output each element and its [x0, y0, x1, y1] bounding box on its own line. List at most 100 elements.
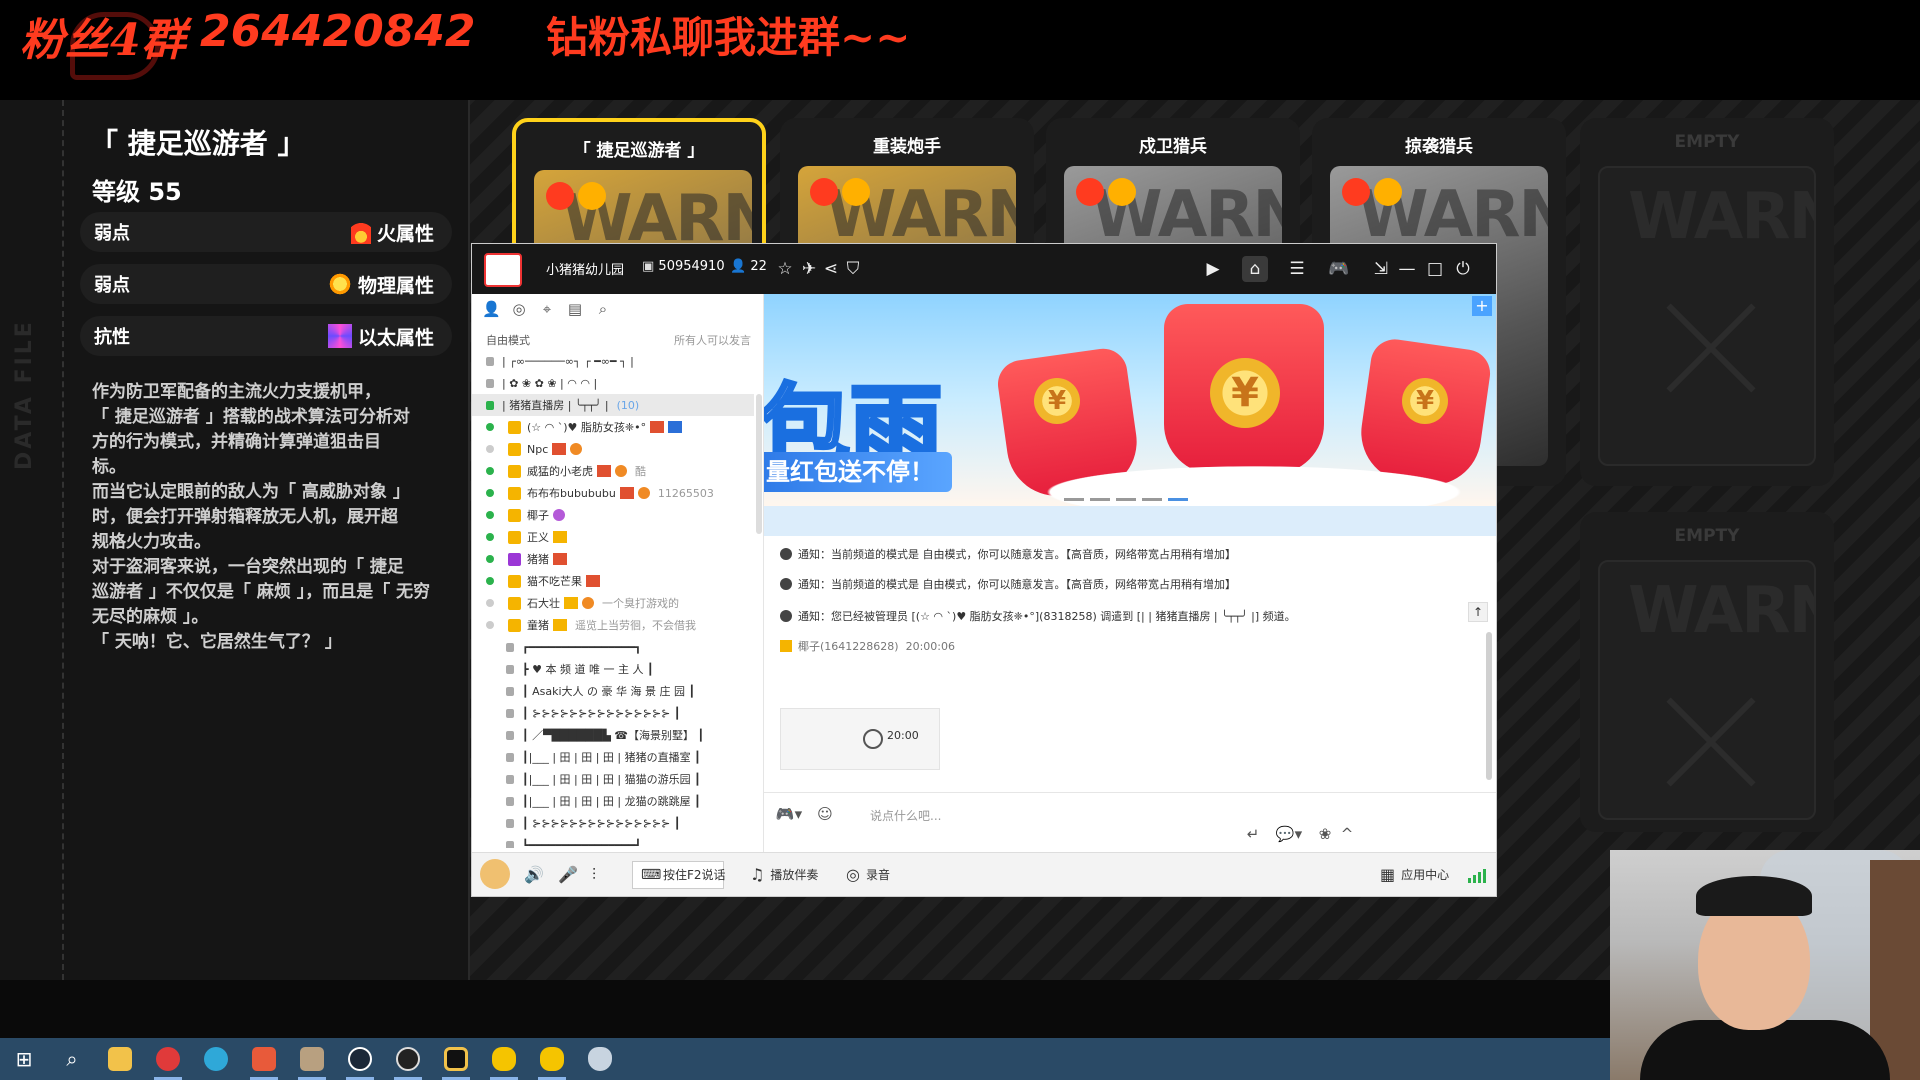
channel-user[interactable]: 布布布bubububu 11265503	[472, 482, 754, 504]
push-to-talk-button[interactable]: 按住F2说话	[632, 861, 726, 889]
app-icon[interactable]	[240, 1038, 288, 1080]
pin-icon[interactable]: ⇲	[1368, 256, 1394, 282]
sub-channel-current[interactable]: | 猪猪直播房 | ╰┬┬╯ | (10)	[472, 394, 754, 416]
sub-channel-label: ┃ Asaki大人 の 豪 华 海 景 庄 园 ┃	[522, 685, 696, 698]
channel-user[interactable]: 石大壮 一个臭打游戏的	[472, 592, 754, 614]
stream-overlay-bar: 粉丝4群 264420842 钻粉私聊我进群~~	[0, 0, 1920, 100]
search-icon[interactable]: ⌕	[48, 1038, 96, 1080]
sub-channel[interactable]: ┃|___ | 田 | 田 | 田 | 猫猫の游乐园 ┃	[472, 768, 754, 790]
desc-line: 「 捷足巡游者 」搭载的战术算法可分析对	[92, 407, 410, 427]
accompany-button[interactable]: ♫ 播放伴奏	[750, 865, 818, 884]
shield-icon[interactable]	[576, 1038, 624, 1080]
scroll-top-button[interactable]: ↑	[1468, 602, 1488, 622]
avatar[interactable]	[480, 859, 510, 889]
sub-channel[interactable]: ┃|___ | 田 | 田 | 田 | 猪猪の直播室 ┃	[472, 746, 754, 768]
channel-user[interactable]: 童猪 遥览上当劳徊，不会借我	[472, 614, 754, 636]
badge-icon	[597, 465, 611, 477]
system-notice: 通知： 您已经被管理员 [(☆ ◠ `)♥ 脂肪女孩❈•°](8318258) 调…	[780, 608, 1296, 624]
chat-scrollbar[interactable]	[1486, 632, 1492, 780]
search-icon[interactable]: ⌕	[594, 300, 612, 318]
flower-icon[interactable]: ❀	[1314, 823, 1336, 845]
message-sender[interactable]: 椰子(1641228628)	[798, 638, 899, 654]
sticker-icon[interactable]: ☺	[814, 803, 836, 825]
card-name: EMPTY	[1674, 132, 1740, 152]
location-icon[interactable]: ⌖	[538, 300, 556, 318]
microphone-icon[interactable]: 🎤	[558, 865, 578, 884]
windows-taskbar: ⊞ ⌕	[0, 1038, 1610, 1080]
sub-channel[interactable]: ┣ ♥ 本 频 道 唯 一 主 人 ┃	[472, 658, 754, 680]
sub-channel[interactable]: ┏━━━━━━━━━━━━━━━━┓	[472, 636, 754, 658]
speaker-icon[interactable]: 🔊	[524, 865, 544, 884]
channel-list-scrollbar[interactable]	[756, 394, 762, 534]
shared-image-thumbnail[interactable]: 20:00	[780, 708, 940, 770]
sub-channel[interactable]: ┃ ／▀██████▙ ☎【海景别墅】 ┃	[472, 724, 754, 746]
sub-channel[interactable]: | ┌∞──────∞┐ ┌ ━∞━ ┐ |	[472, 350, 754, 372]
card-name: 重装炮手	[873, 137, 941, 157]
maximize-icon[interactable]: □	[1422, 256, 1448, 282]
notes-icon[interactable]: ▤	[566, 300, 584, 318]
notice-prefix: 通知：	[798, 578, 831, 591]
windows-start-icon[interactable]: ⊞	[0, 1038, 48, 1080]
list-icon[interactable]: ☰	[1284, 256, 1310, 282]
channel-user[interactable]: 威猛的小老虎 酷	[472, 460, 754, 482]
enter-icon[interactable]: ↵	[1242, 823, 1264, 845]
steam-icon[interactable]	[336, 1038, 384, 1080]
sub-channel[interactable]: ┃ ⊱⊱⊱⊱⊱⊱⊱⊱⊱⊱⊱⊱⊱⊱⊱ ┃	[472, 812, 754, 834]
record-label: 录音	[865, 868, 890, 882]
star-icon[interactable]: ☆	[772, 256, 798, 282]
chevron-up-icon[interactable]: ^	[1336, 823, 1358, 845]
app-center-label: 应用中心	[1401, 868, 1450, 882]
user-sign: 一个臭打游戏的	[602, 597, 679, 610]
obs-icon[interactable]	[384, 1038, 432, 1080]
emoji-game-icon[interactable]: 🎮▾	[774, 803, 804, 825]
mixer-icon[interactable]: ⫶	[592, 865, 596, 885]
gamepad-icon[interactable]: 🎮	[1326, 256, 1352, 282]
notice-text: 当前频道的模式是 自由模式，你可以随意发言。【高音质，网络带宽占用稍有增加】	[831, 578, 1236, 591]
bubble-icon[interactable]: 💬▾	[1274, 823, 1304, 845]
lock-icon	[506, 840, 514, 848]
sub-channel-label: ┃ ／▀██████▙ ☎【海景别墅】 ┃	[522, 729, 705, 742]
user-icon[interactable]: 👤	[482, 300, 501, 318]
yy-icon[interactable]	[480, 1038, 528, 1080]
record-button[interactable]: ◎ 录音	[846, 865, 890, 884]
sub-channel-label: | ✿ ❀ ✿ ❀ | ◠ ◠ |	[502, 376, 598, 390]
crown-icon	[508, 420, 521, 434]
sub-channel[interactable]: ┃|___ | 田 | 田 | 田 | 龙猫の跳跳屋 ┃	[472, 790, 754, 812]
home-icon[interactable]: ⌂	[1242, 256, 1268, 282]
app-circle-icon[interactable]	[432, 1038, 480, 1080]
sub-channel[interactable]: ┃ Asaki大人 の 豪 华 海 景 庄 园 ┃	[472, 680, 754, 702]
sub-channel-label: ┏━━━━━━━━━━━━━━━━┓	[522, 640, 642, 654]
lock-icon	[506, 818, 514, 828]
banner-pager[interactable]	[1064, 498, 1188, 501]
lock-icon	[506, 730, 514, 740]
netease-music-icon[interactable]	[144, 1038, 192, 1080]
channel-user[interactable]: (☆ ◠ `)♥ 脂肪女孩❈•°	[472, 416, 754, 438]
channel-user[interactable]: 椰子	[472, 504, 754, 526]
online-dot	[486, 423, 494, 431]
app-center-button[interactable]: ▦ 应用中心	[1380, 865, 1449, 884]
online-dot	[486, 511, 494, 519]
channel-user[interactable]: 猫不吃芒果	[472, 570, 754, 592]
enemy-card-empty-2: EMPTY WARNING	[1580, 512, 1834, 832]
badge-icon	[553, 509, 565, 521]
sub-channel[interactable]: ┗━━━━━━━━━━━━━━━━┛	[472, 834, 754, 848]
video-icon[interactable]: ▶	[1200, 256, 1226, 282]
file-explorer-icon[interactable]	[96, 1038, 144, 1080]
yy-icon-2[interactable]	[528, 1038, 576, 1080]
shield-icon[interactable]: ⛉	[840, 256, 866, 282]
red-envelope-banner[interactable]: 包雨 量红包送不停！ ¥ ¥ ¥ +	[764, 294, 1496, 506]
sub-channel[interactable]: ┃ ⊱⊱⊱⊱⊱⊱⊱⊱⊱⊱⊱⊱⊱⊱⊱ ┃	[472, 702, 754, 724]
game-icon[interactable]	[288, 1038, 336, 1080]
online-dot	[486, 621, 494, 629]
chat-input[interactable]: 说点什么吧...	[870, 807, 941, 824]
power-icon[interactable]: ⏻	[1450, 256, 1476, 282]
minimize-icon[interactable]: —	[1394, 256, 1420, 282]
plus-icon[interactable]: +	[1472, 296, 1492, 316]
sub-channel[interactable]: | ✿ ❀ ✿ ❀ | ◠ ◠ |	[472, 372, 754, 394]
channel-user[interactable]: 猪猪	[472, 548, 754, 570]
channel-user[interactable]: Npc	[472, 438, 754, 460]
system-notice: 通知： 当前频道的模式是 自由模式，你可以随意发言。【高音质，网络带宽占用稍有增加…	[780, 576, 1236, 592]
headset-icon[interactable]: ◎	[510, 300, 528, 318]
edge-icon[interactable]	[192, 1038, 240, 1080]
channel-user[interactable]: 正义	[472, 526, 754, 548]
